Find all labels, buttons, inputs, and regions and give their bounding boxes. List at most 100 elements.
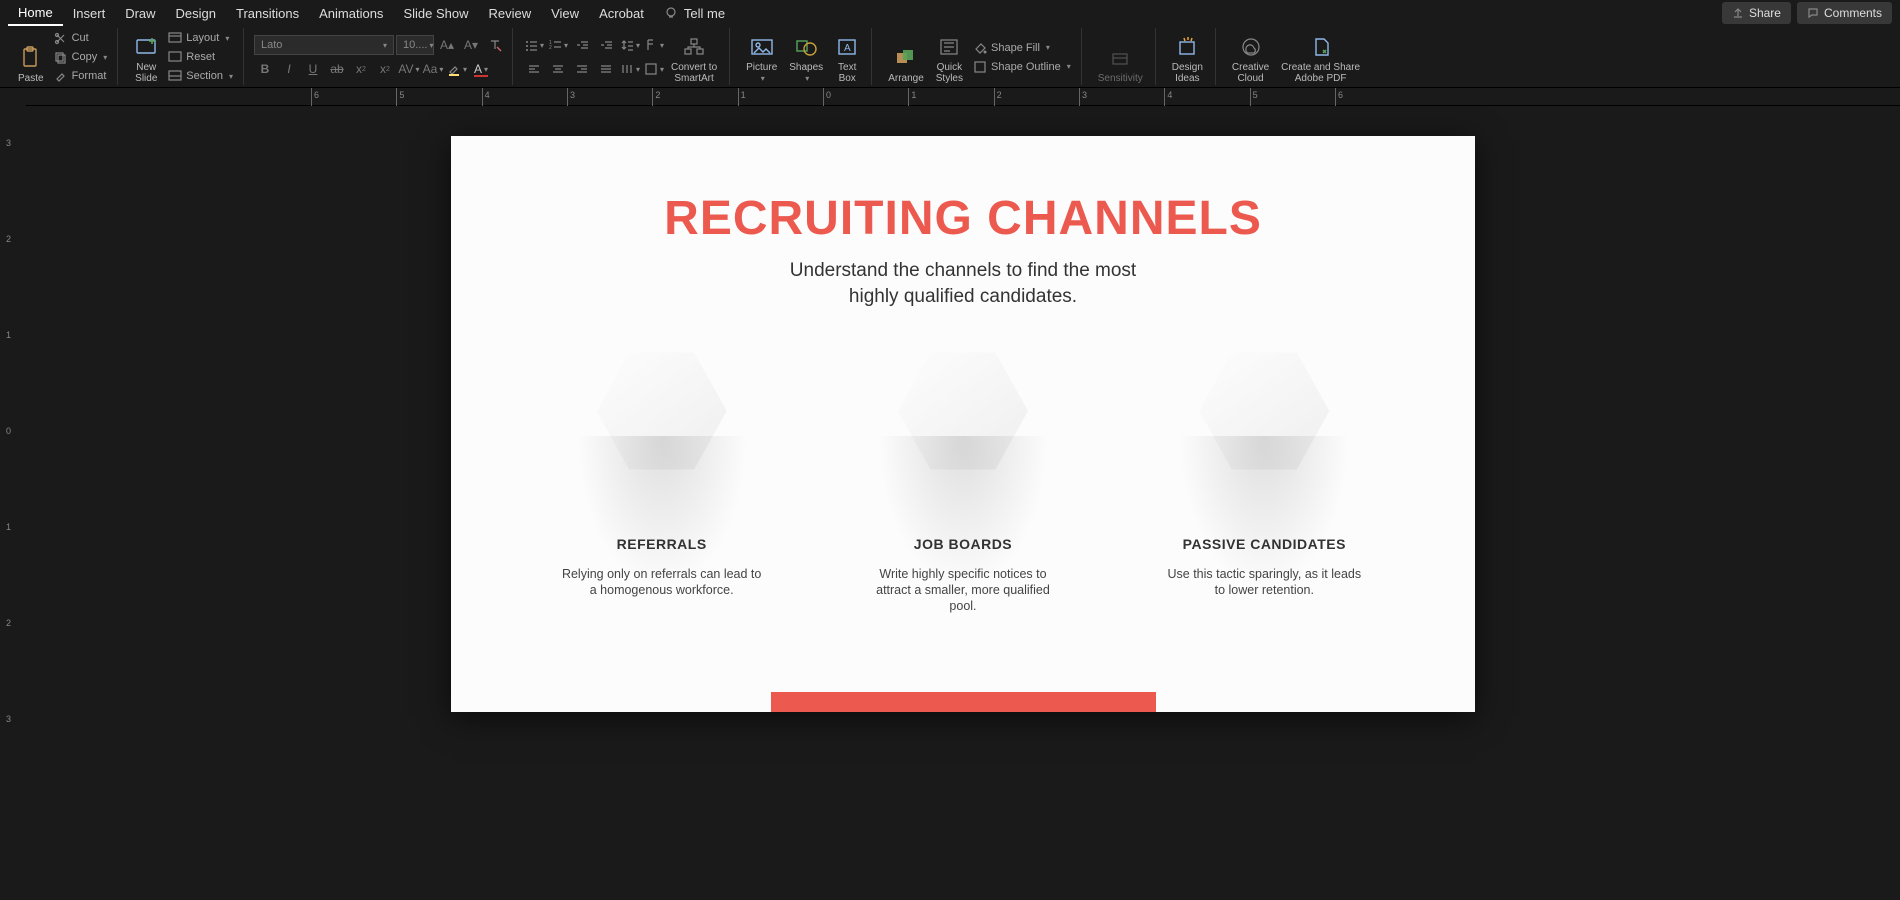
copy-button[interactable]: Copy▾ — [50, 48, 112, 66]
character-spacing-button[interactable]: AV▾ — [398, 59, 420, 79]
quick-styles-button[interactable]: Quick Styles — [930, 28, 969, 86]
format-painter-button[interactable]: Format — [50, 67, 112, 85]
font-name-select[interactable]: Lato▾ — [254, 35, 394, 55]
paste-button[interactable]: Paste — [12, 28, 50, 86]
align-text-button[interactable]: ▾ — [643, 59, 665, 79]
sensitivity-icon — [1108, 46, 1132, 70]
hexagon-shape[interactable] — [1189, 336, 1339, 486]
italic-button[interactable]: I — [278, 59, 300, 79]
slide[interactable]: RECRUITING CHANNELS Understand the chann… — [451, 136, 1475, 712]
align-center-button[interactable] — [547, 59, 569, 79]
creative-cloud-button[interactable]: Creative Cloud — [1226, 28, 1275, 86]
comments-button[interactable]: Comments — [1797, 2, 1892, 24]
design-ideas-label: Design Ideas — [1172, 62, 1203, 84]
arrange-label: Arrange — [888, 73, 924, 84]
tab-animations[interactable]: Animations — [309, 2, 393, 25]
quick-styles-icon — [937, 35, 961, 59]
picture-button[interactable]: Picture▾ — [740, 28, 783, 86]
outline-icon — [973, 60, 987, 74]
group-arrange: Arrange Quick Styles Shape Fill▾ Shape O… — [876, 28, 1082, 85]
share-icon — [1732, 7, 1744, 19]
underline-button[interactable]: U — [302, 59, 324, 79]
horizontal-ruler: 6543210123456 — [26, 88, 1900, 106]
subscript-button[interactable]: x2 — [350, 59, 372, 79]
clear-formatting-button[interactable] — [484, 35, 506, 55]
decrease-indent-button[interactable] — [571, 35, 593, 55]
align-right-button[interactable] — [571, 59, 593, 79]
menu-bar: Home Insert Draw Design Transitions Anim… — [0, 0, 1900, 26]
paintbrush-icon — [54, 69, 68, 83]
superscript-button[interactable]: x2 — [374, 59, 396, 79]
change-case-button[interactable]: Aa▾ — [422, 59, 444, 79]
layout-button[interactable]: Layout▾ — [164, 29, 237, 47]
chevron-down-icon: ▾ — [1046, 43, 1050, 52]
decrease-font-button[interactable]: A▾ — [460, 35, 482, 55]
shape-fill-button[interactable]: Shape Fill▾ — [969, 39, 1075, 57]
chevron-down-icon: ▾ — [1067, 62, 1071, 71]
font-size-select[interactable]: 10....▾ — [396, 35, 434, 55]
convert-smartart-button[interactable]: Convert to SmartArt — [665, 28, 723, 86]
strikethrough-button[interactable]: ab — [326, 59, 348, 79]
card-body[interactable]: Write highly specific notices to attract… — [833, 566, 1093, 614]
layout-label: Layout — [186, 32, 219, 44]
card-passive[interactable]: PASSIVE CANDIDATES Use this tactic spari… — [1134, 336, 1394, 614]
slide-title[interactable]: RECRUITING CHANNELS — [451, 191, 1475, 246]
scissors-icon — [54, 31, 68, 45]
group-adobe: Creative Cloud Create and Share Adobe PD… — [1220, 28, 1372, 85]
card-heading[interactable]: PASSIVE CANDIDATES — [1134, 536, 1394, 552]
tab-review[interactable]: Review — [478, 2, 541, 25]
hexagon-shape[interactable] — [888, 336, 1038, 486]
bullets-button[interactable]: ▾ — [523, 35, 545, 55]
sensitivity-button[interactable]: Sensitivity — [1092, 28, 1149, 86]
increase-font-button[interactable]: A▴ — [436, 35, 458, 55]
reset-button[interactable]: Reset — [164, 48, 237, 66]
accent-bar[interactable] — [771, 692, 1156, 712]
textbox-button[interactable]: A Text Box — [829, 28, 865, 86]
comment-icon — [1807, 7, 1819, 19]
chevron-down-icon: ▾ — [564, 41, 568, 50]
chevron-down-icon: ▾ — [660, 65, 664, 74]
justify-button[interactable] — [595, 59, 617, 79]
cut-button[interactable]: Cut — [50, 29, 112, 47]
copy-icon — [54, 50, 68, 64]
slide-subtitle[interactable]: Understand the channels to find the most… — [451, 258, 1475, 310]
increase-indent-button[interactable] — [595, 35, 617, 55]
tab-insert[interactable]: Insert — [63, 2, 116, 25]
card-body[interactable]: Relying only on referrals can lead to a … — [532, 566, 792, 598]
new-slide-icon — [134, 35, 158, 59]
card-body[interactable]: Use this tactic sparingly, as it leads t… — [1134, 566, 1394, 598]
tab-view[interactable]: View — [541, 2, 589, 25]
tab-draw[interactable]: Draw — [115, 2, 165, 25]
share-button[interactable]: Share — [1722, 2, 1791, 24]
tab-design[interactable]: Design — [166, 2, 226, 25]
highlight-color-button[interactable]: ▾ — [446, 59, 468, 79]
tab-acrobat[interactable]: Acrobat — [589, 2, 654, 25]
design-ideas-button[interactable]: Design Ideas — [1166, 28, 1209, 86]
tab-transitions[interactable]: Transitions — [226, 2, 309, 25]
slide-canvas[interactable]: RECRUITING CHANNELS Understand the chann… — [26, 106, 1900, 900]
line-spacing-button[interactable]: ▾ — [619, 35, 641, 55]
card-heading[interactable]: REFERRALS — [532, 536, 792, 552]
card-referrals[interactable]: REFERRALS Relying only on referrals can … — [532, 336, 792, 614]
create-share-pdf-button[interactable]: Create and Share Adobe PDF — [1275, 28, 1366, 86]
arrange-button[interactable]: Arrange — [882, 28, 930, 86]
align-left-button[interactable] — [523, 59, 545, 79]
hexagon-shape[interactable] — [587, 336, 737, 486]
shape-outline-button[interactable]: Shape Outline ▾ — [969, 58, 1075, 76]
card-heading[interactable]: JOB BOARDS — [833, 536, 1093, 552]
card-job-boards[interactable]: JOB BOARDS Write highly specific notices… — [833, 336, 1093, 614]
bucket-icon — [973, 41, 987, 55]
shape-outline-label: Shape Outline — [991, 61, 1061, 73]
numbering-button[interactable]: 12▾ — [547, 35, 569, 55]
shapes-button[interactable]: Shapes▾ — [783, 28, 829, 86]
columns-button[interactable]: ▾ — [619, 59, 641, 79]
font-color-button[interactable]: A▾ — [470, 59, 492, 79]
bold-button[interactable]: B — [254, 59, 276, 79]
new-slide-button[interactable]: New Slide — [128, 28, 164, 86]
chevron-down-icon: ▾ — [383, 41, 387, 50]
section-button[interactable]: Section▾ — [164, 67, 237, 85]
text-direction-button[interactable]: ▾ — [643, 35, 665, 55]
tab-home[interactable]: Home — [8, 1, 63, 26]
tab-slide-show[interactable]: Slide Show — [393, 2, 478, 25]
tell-me[interactable]: Tell me — [684, 2, 735, 25]
